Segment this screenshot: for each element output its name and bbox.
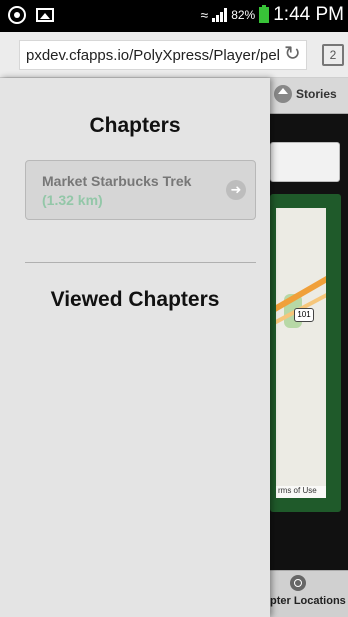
map-terms-link[interactable]: rms of Use (276, 486, 326, 498)
signal-icon (212, 8, 228, 22)
chapter-distance: (1.32 km) (42, 192, 103, 208)
wifi-icon: ≈ (200, 7, 209, 23)
gps-icon (8, 6, 26, 24)
app-search-field[interactable] (270, 142, 340, 182)
app-header: Stories (270, 78, 348, 114)
status-bar: ≈ 82% 1:44 PM (0, 0, 348, 32)
stories-button[interactable]: Stories (274, 85, 337, 103)
chapters-title: Chapters (89, 114, 181, 137)
stories-label: Stories (296, 87, 337, 101)
divider (25, 262, 256, 263)
route-shield: 101 (294, 308, 314, 322)
map[interactable]: 101 rms of Use (276, 208, 326, 498)
arrow-right-icon: ➜ (226, 180, 246, 200)
battery-percent: 82% (231, 8, 256, 22)
viewed-chapters-title: Viewed Chapters (50, 288, 220, 311)
clock: 1:44 PM (273, 4, 344, 25)
chapter-name: Market Starbucks Trek (42, 173, 192, 189)
home-icon (274, 85, 292, 103)
url-text: pxdev.cfapps.io/PolyXpress/Player/pel (26, 47, 281, 64)
image-notification-icon (36, 8, 54, 22)
browser-url-bar: pxdev.cfapps.io/PolyXpress/Player/pel ↻ … (0, 32, 348, 78)
chapter-locations-button[interactable]: pter Locations (270, 570, 348, 617)
chapter-locations-label: pter Locations (270, 595, 346, 607)
tabs-icon[interactable]: 2 (322, 44, 344, 66)
chapter-item[interactable]: Market Starbucks Trek (1.32 km) ➜ (25, 160, 256, 220)
chapters-panel: Chapters Market Starbucks Trek (1.32 km)… (0, 78, 270, 617)
search-icon (290, 575, 306, 591)
refresh-icon[interactable]: ↻ (284, 41, 301, 66)
url-input[interactable]: pxdev.cfapps.io/PolyXpress/Player/pel (19, 40, 307, 70)
battery-icon (259, 5, 270, 23)
